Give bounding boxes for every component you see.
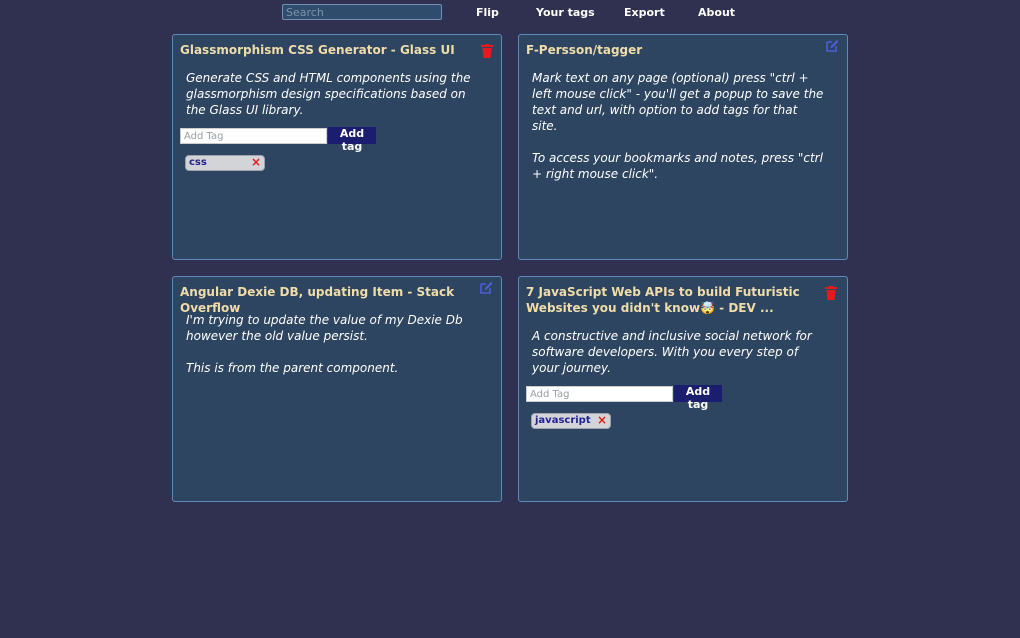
add-tag-button[interactable]: Add tag bbox=[328, 127, 376, 153]
card-title: 7 JavaScript Web APIs to build Futuristi… bbox=[526, 285, 800, 315]
edit-icon[interactable] bbox=[479, 281, 493, 295]
card-title: Glassmorphism CSS Generator - Glass UI bbox=[180, 43, 455, 57]
tag-label: css bbox=[189, 157, 207, 168]
nav-about[interactable]: About bbox=[698, 6, 735, 19]
nav-export[interactable]: Export bbox=[624, 6, 665, 19]
nav-flip[interactable]: Flip bbox=[476, 6, 499, 19]
bookmark-card: F-Persson/tagger Mark text on any page (… bbox=[518, 34, 848, 260]
card-title: F-Persson/tagger bbox=[526, 43, 643, 57]
tag-label: javascript bbox=[535, 415, 591, 426]
search-input[interactable] bbox=[282, 4, 442, 20]
tag-chip: javascript × bbox=[531, 413, 611, 429]
add-tag-button[interactable]: Add tag bbox=[674, 385, 722, 411]
add-tag-input[interactable] bbox=[526, 386, 673, 402]
remove-tag-icon[interactable]: × bbox=[597, 413, 607, 427]
add-tag-input[interactable] bbox=[180, 128, 327, 144]
edit-icon[interactable] bbox=[825, 39, 839, 53]
card-description: Mark text on any page (optional) press "… bbox=[532, 71, 824, 181]
card-description: A constructive and inclusive social netw… bbox=[532, 329, 816, 375]
remove-tag-icon[interactable]: × bbox=[251, 155, 261, 169]
bookmark-card: 7 JavaScript Web APIs to build Futuristi… bbox=[518, 276, 848, 502]
bookmark-card: Angular Dexie DB, updating Item - Stack … bbox=[172, 276, 502, 502]
bookmark-card: Glassmorphism CSS Generator - Glass UI G… bbox=[172, 34, 502, 260]
trash-icon[interactable] bbox=[481, 44, 493, 58]
card-description: Generate CSS and HTML components using t… bbox=[186, 71, 475, 117]
card-description: I'm trying to update the value of my Dex… bbox=[186, 313, 463, 375]
trash-icon[interactable] bbox=[825, 286, 837, 300]
tag-chip: css × bbox=[185, 155, 265, 171]
top-navigation: Flip Your tags Export About bbox=[0, 0, 1020, 28]
nav-your-tags[interactable]: Your tags bbox=[536, 6, 595, 19]
